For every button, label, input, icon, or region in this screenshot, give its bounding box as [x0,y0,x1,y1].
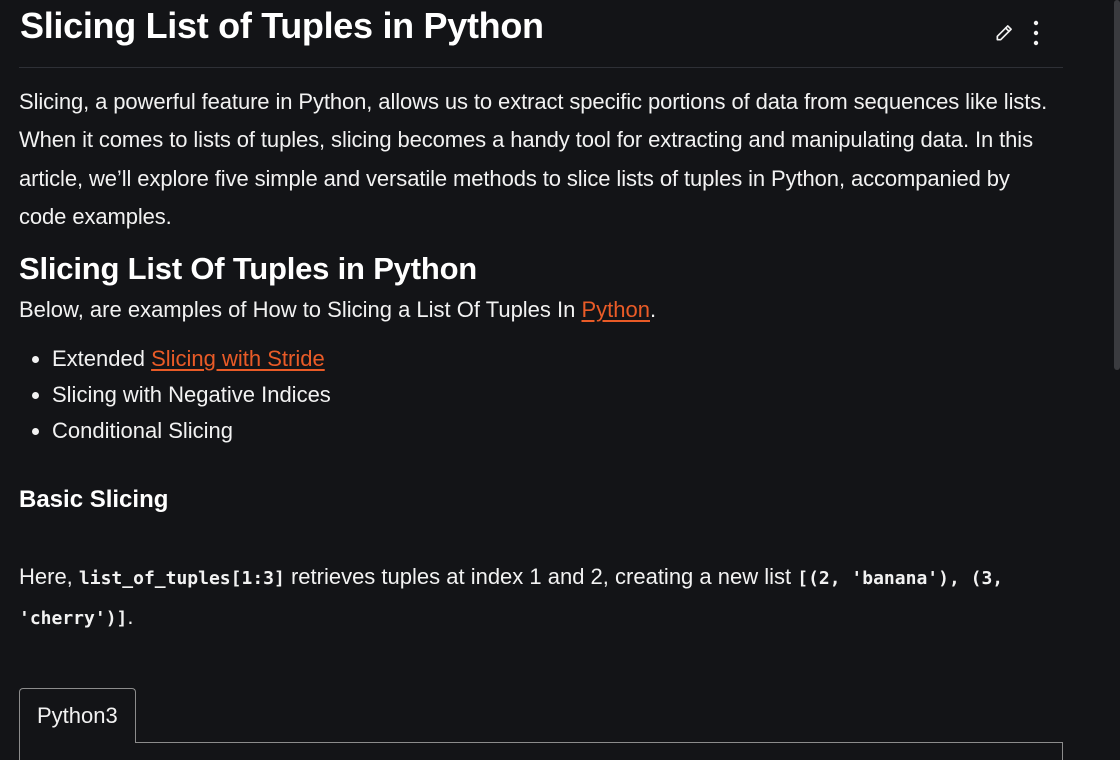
slicing-with-stride-link[interactable]: Slicing with Stride [151,346,325,371]
page-title: Slicing List of Tuples in Python [20,5,544,46]
paragraph-text: Here, [19,564,79,590]
paragraph-text: . [127,604,134,630]
pencil-icon [996,25,1012,41]
basic-slicing-paragraph: Here, list_of_tuples[1:3] retrieves tupl… [19,558,1063,638]
inline-code: list_of_tuples[1:3] [78,568,285,590]
edit-button[interactable] [991,16,1017,50]
section-heading: Slicing List Of Tuples in Python [19,251,478,287]
scrollbar[interactable] [1114,0,1120,370]
article-page: Slicing List of Tuples in Python Slicing… [0,0,1120,760]
examples-intro: Below, are examples of How to Slicing a … [19,295,1063,325]
tab-python3[interactable]: Python3 [19,688,136,743]
code-block [19,742,1063,760]
examples-intro-suffix: . [650,297,657,323]
intro-paragraph: Slicing, a powerful feature in Python, a… [19,89,1048,229]
code-tabs: Python3 [19,688,1063,760]
subheading-basic-slicing: Basic Slicing [19,486,169,514]
list-item-prefix: Extended [52,346,152,372]
more-vertical-icon [1033,20,1039,46]
list-item: Extended Slicing with Stride [52,341,1063,377]
title-row: Slicing List of Tuples in Python [19,0,1063,68]
article-content: Slicing List of Tuples in Python Slicing… [19,0,1063,638]
title-actions [991,16,1049,50]
list-item: Slicing with Negative Indices [52,377,1063,413]
paragraph-text: retrieves tuples at index 1 and 2, creat… [284,564,798,590]
methods-list: Extended Slicing with Stride Slicing wit… [19,341,1063,449]
more-options-button[interactable] [1023,16,1049,50]
python-link[interactable]: Python [582,297,651,322]
examples-intro-text: Below, are examples of How to Slicing a … [19,297,582,323]
list-item: Conditional Slicing [52,413,1063,449]
